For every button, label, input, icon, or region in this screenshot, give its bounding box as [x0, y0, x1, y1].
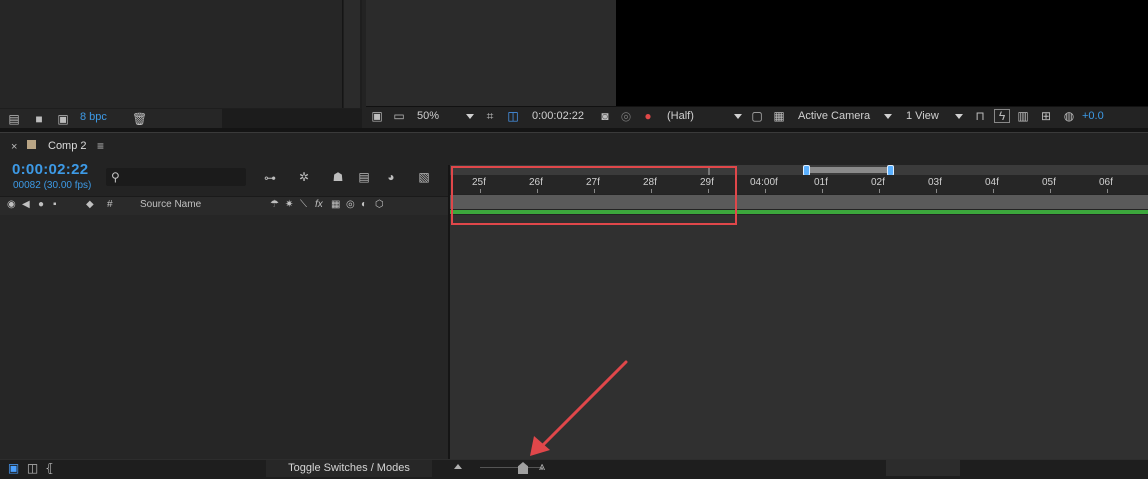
- layer-search-input[interactable]: [106, 168, 246, 186]
- toggle-transparency-grid-icon[interactable]: ▦: [772, 109, 786, 123]
- new-composition-icon[interactable]: ▣: [54, 112, 72, 126]
- quality-switch-icon[interactable]: ⟍: [300, 199, 307, 210]
- ruler-tick: [879, 189, 880, 193]
- timeline-footer: [0, 459, 1148, 479]
- always-preview-icon[interactable]: ▣: [370, 109, 384, 123]
- arrow-annotation: [530, 360, 628, 456]
- source-name-header[interactable]: Source Name: [140, 199, 201, 210]
- resolution-dropdown[interactable]: (Half): [667, 110, 694, 122]
- ruler-label: 06f: [1099, 177, 1113, 188]
- camera-dropdown-arrow-icon[interactable]: [884, 114, 892, 119]
- video-visibility-icon[interactable]: ◉: [7, 199, 16, 210]
- view-layout-dropdown[interactable]: 1 View: [906, 110, 939, 122]
- ruler-tick: [822, 189, 823, 193]
- comp-mini-flowchart-icon[interactable]: ⊶: [262, 171, 278, 185]
- fast-preview-icon[interactable]: ϟ: [994, 109, 1010, 123]
- fast-previews-icon[interactable]: ▢: [750, 109, 764, 123]
- zoom-dropdown-arrow-icon[interactable]: [466, 114, 474, 119]
- time-zoom-slider[interactable]: [480, 467, 540, 468]
- frame-blending-icon[interactable]: ▤: [356, 170, 372, 184]
- frame-rate-info: 00082 (30.00 fps): [13, 180, 92, 191]
- ruler-tick: [765, 189, 766, 193]
- comp-color-swatch: [27, 140, 36, 149]
- show-snapshot-icon[interactable]: ◎: [619, 109, 633, 123]
- view-layout-dropdown-arrow-icon[interactable]: [955, 114, 963, 119]
- toggle-pixel-aspect-icon[interactable]: ⊓: [973, 109, 987, 123]
- viewer-timecode[interactable]: 0:00:02:22: [532, 110, 584, 122]
- ruler-tick: [936, 189, 937, 193]
- ruler-tick: [1107, 189, 1108, 193]
- zoom-dropdown[interactable]: 50%: [417, 110, 439, 122]
- lock-icon[interactable]: ▪: [53, 199, 57, 210]
- trash-icon[interactable]: 🗑: [132, 112, 147, 126]
- resolution-dropdown-arrow-icon[interactable]: [734, 114, 742, 119]
- layer-number-header: #: [107, 199, 113, 210]
- label-icon[interactable]: ◆: [86, 199, 94, 210]
- work-area-range[interactable]: [806, 167, 890, 173]
- exposure-reset-icon[interactable]: ◍: [1062, 109, 1076, 123]
- comp-tab-label[interactable]: Comp 2: [48, 140, 87, 152]
- viewer-pasteboard: [366, 0, 616, 106]
- ruler-label: 03f: [928, 177, 942, 188]
- monitor-icon[interactable]: ▭: [392, 109, 406, 123]
- channel-icon[interactable]: ●: [640, 109, 656, 123]
- ruler-tick: [1050, 189, 1051, 193]
- project-scrollbar[interactable]: [344, 0, 360, 108]
- zoom-out-icon[interactable]: [454, 464, 462, 469]
- graph-editor-icon[interactable]: ▧: [416, 170, 432, 184]
- zoom-in-icon[interactable]: ⩓: [533, 460, 551, 474]
- panel-menu-icon[interactable]: ≡: [97, 139, 104, 153]
- ruler-label: 01f: [814, 177, 828, 188]
- transparency-grid-icon[interactable]: ◫: [506, 109, 520, 123]
- collapse-switch-icon[interactable]: ✷: [285, 199, 293, 210]
- solo-icon[interactable]: ●: [38, 199, 44, 210]
- bpc-button[interactable]: 8 bpc: [80, 111, 107, 123]
- audio-icon[interactable]: ◀: [22, 199, 30, 210]
- search-icon: ⚲: [111, 170, 120, 184]
- ruler-label: 02f: [871, 177, 885, 188]
- motion-blur-icon[interactable]: ◕: [383, 170, 399, 184]
- effects-switch-icon[interactable]: fx: [315, 199, 323, 210]
- interpret-footage-icon[interactable]: ▤: [6, 112, 22, 126]
- timeline-tab-bar: [0, 133, 1148, 159]
- in-out-pane-icon[interactable]: ⦃: [43, 461, 56, 475]
- new-folder-icon[interactable]: ■: [32, 112, 46, 126]
- current-time-display[interactable]: 0:00:02:22: [12, 161, 88, 178]
- close-tab-icon[interactable]: ×: [11, 141, 17, 153]
- layer-list[interactable]: [0, 215, 448, 459]
- flowchart-icon[interactable]: ⊞: [1038, 109, 1054, 123]
- toggle-switches-modes-button[interactable]: Toggle Switches / Modes: [266, 460, 432, 477]
- ruler-tick: [993, 189, 994, 193]
- motion-blur-switch-icon[interactable]: ◎: [346, 199, 355, 210]
- viewer-canvas[interactable]: [616, 0, 1148, 106]
- camera-dropdown[interactable]: Active Camera: [798, 110, 870, 122]
- draft-3d-icon[interactable]: ✲: [296, 170, 312, 184]
- transfer-controls-pane-icon[interactable]: ◫: [26, 461, 39, 475]
- ruler-label: 05f: [1042, 177, 1056, 188]
- shy-switch-icon[interactable]: ☂: [270, 199, 279, 210]
- region-of-interest-icon[interactable]: ⌗: [483, 109, 497, 123]
- timeline-icon[interactable]: ▥: [1016, 109, 1030, 123]
- 3d-layer-switch-icon[interactable]: ⬡: [375, 199, 384, 210]
- ruler-label: 04f: [985, 177, 999, 188]
- snapshot-icon[interactable]: ◙: [598, 109, 612, 123]
- adjustment-layer-switch-icon[interactable]: ◐: [361, 199, 367, 210]
- hide-shy-layers-icon[interactable]: ☗: [330, 170, 346, 184]
- highlight-box: [451, 166, 737, 225]
- project-item-list[interactable]: [0, 0, 343, 108]
- layer-switches-pane-icon[interactable]: ▣: [7, 461, 20, 475]
- frame-blend-switch-icon[interactable]: ▦: [331, 199, 340, 210]
- exposure-value[interactable]: +0.0: [1082, 110, 1104, 122]
- timeline-horizontal-scrollbar[interactable]: [886, 460, 960, 476]
- ruler-label: 04:00f: [750, 177, 778, 188]
